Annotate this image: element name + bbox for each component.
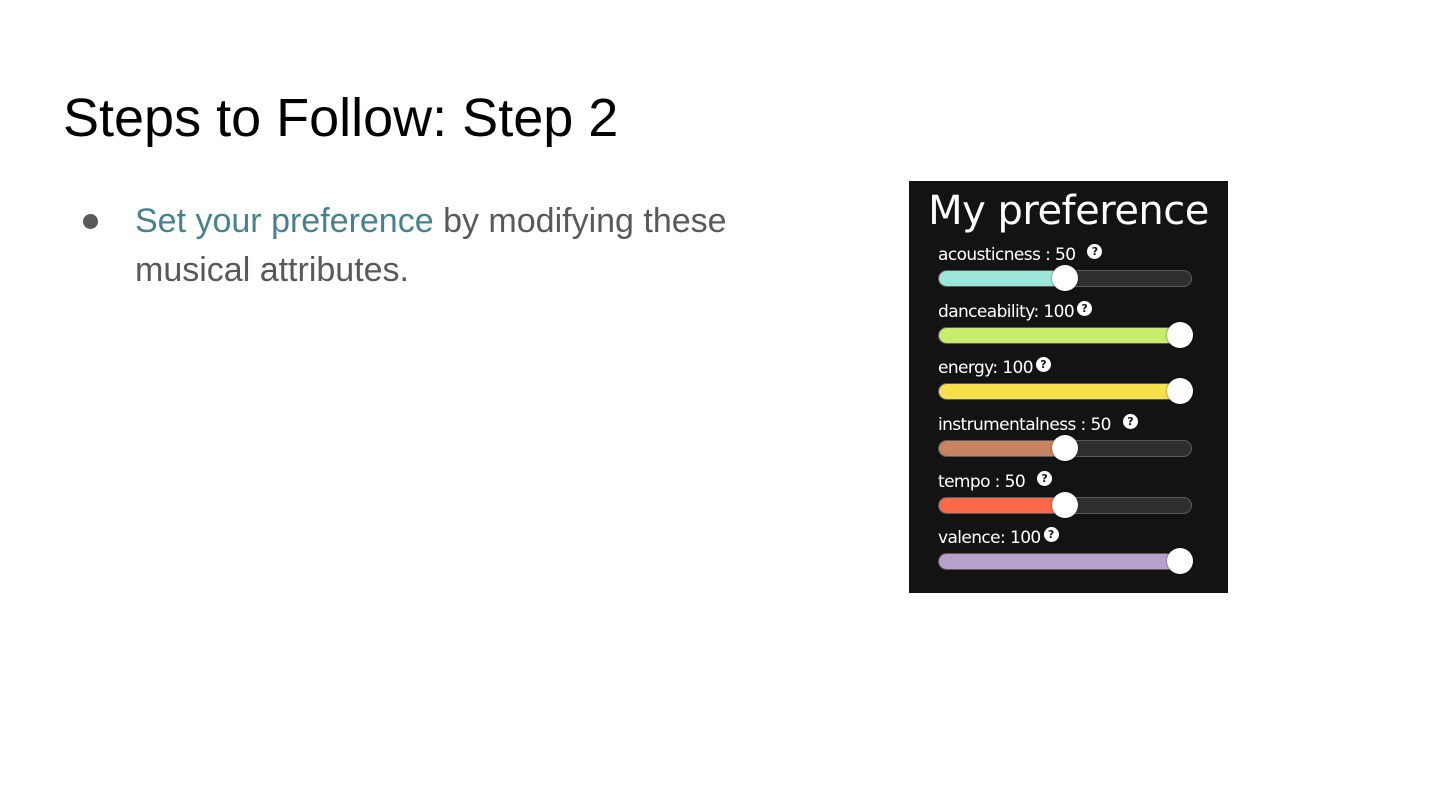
- slider-fill: [939, 498, 1065, 513]
- slide-title: Steps to Follow: Step 2: [63, 88, 619, 148]
- slider-label-valence: valence: 100: [938, 528, 1041, 548]
- bullet-item: Set your preference by modifying these m…: [80, 197, 800, 295]
- acousticness-slider[interactable]: [938, 265, 1192, 291]
- bullet-dot-icon: [83, 214, 98, 229]
- slider-fill: [939, 384, 1191, 399]
- slider-label-acousticness: acousticness : 50: [938, 245, 1076, 265]
- help-icon[interactable]: ?: [1077, 300, 1093, 316]
- help-icon[interactable]: ?: [1043, 526, 1059, 542]
- bullet-list: Set your preference by modifying these m…: [80, 197, 800, 295]
- slider-label-energy: energy: 100: [938, 358, 1034, 378]
- slider-row-tempo: tempo : 50 ?: [938, 470, 1194, 521]
- slider-thumb[interactable]: [1167, 378, 1193, 404]
- valence-slider[interactable]: [938, 548, 1193, 574]
- slider-label-instrumentalness: instrumentalness : 50: [938, 415, 1112, 435]
- slider-fill: [939, 328, 1191, 343]
- slider-fill: [939, 271, 1065, 286]
- slider-row-danceability: danceability: 100 ?: [938, 300, 1194, 351]
- instrumentalness-slider[interactable]: [938, 435, 1192, 461]
- slider-label-danceability: danceability: 100: [938, 302, 1075, 322]
- help-icon[interactable]: ?: [1122, 413, 1138, 429]
- slider-thumb[interactable]: [1167, 322, 1193, 348]
- slider-thumb[interactable]: [1167, 548, 1193, 574]
- slider-row-energy: energy: 100 ?: [938, 356, 1194, 407]
- slider-thumb[interactable]: [1052, 265, 1078, 291]
- slider-row-valence: valence: 100 ?: [938, 526, 1194, 577]
- slider-thumb[interactable]: [1052, 492, 1078, 518]
- slider-row-instrumentalness: instrumentalness : 50 ?: [938, 413, 1194, 464]
- energy-slider[interactable]: [938, 378, 1193, 404]
- preference-panel-title: My preference: [928, 188, 1209, 234]
- slider-fill: [939, 441, 1065, 456]
- danceability-slider[interactable]: [938, 322, 1193, 348]
- help-icon[interactable]: ?: [1035, 356, 1051, 372]
- preference-panel: My preference acousticness : 50 ? dancea…: [909, 181, 1228, 593]
- slider-fill: [939, 554, 1191, 569]
- slider-row-acousticness: acousticness : 50 ?: [938, 243, 1194, 294]
- help-icon[interactable]: ?: [1087, 243, 1103, 259]
- slider-thumb[interactable]: [1052, 435, 1078, 461]
- tempo-slider[interactable]: [938, 492, 1192, 518]
- help-icon[interactable]: ?: [1037, 470, 1053, 486]
- slider-label-tempo: tempo : 50: [938, 472, 1026, 492]
- set-preference-link[interactable]: Set your preference: [135, 202, 434, 240]
